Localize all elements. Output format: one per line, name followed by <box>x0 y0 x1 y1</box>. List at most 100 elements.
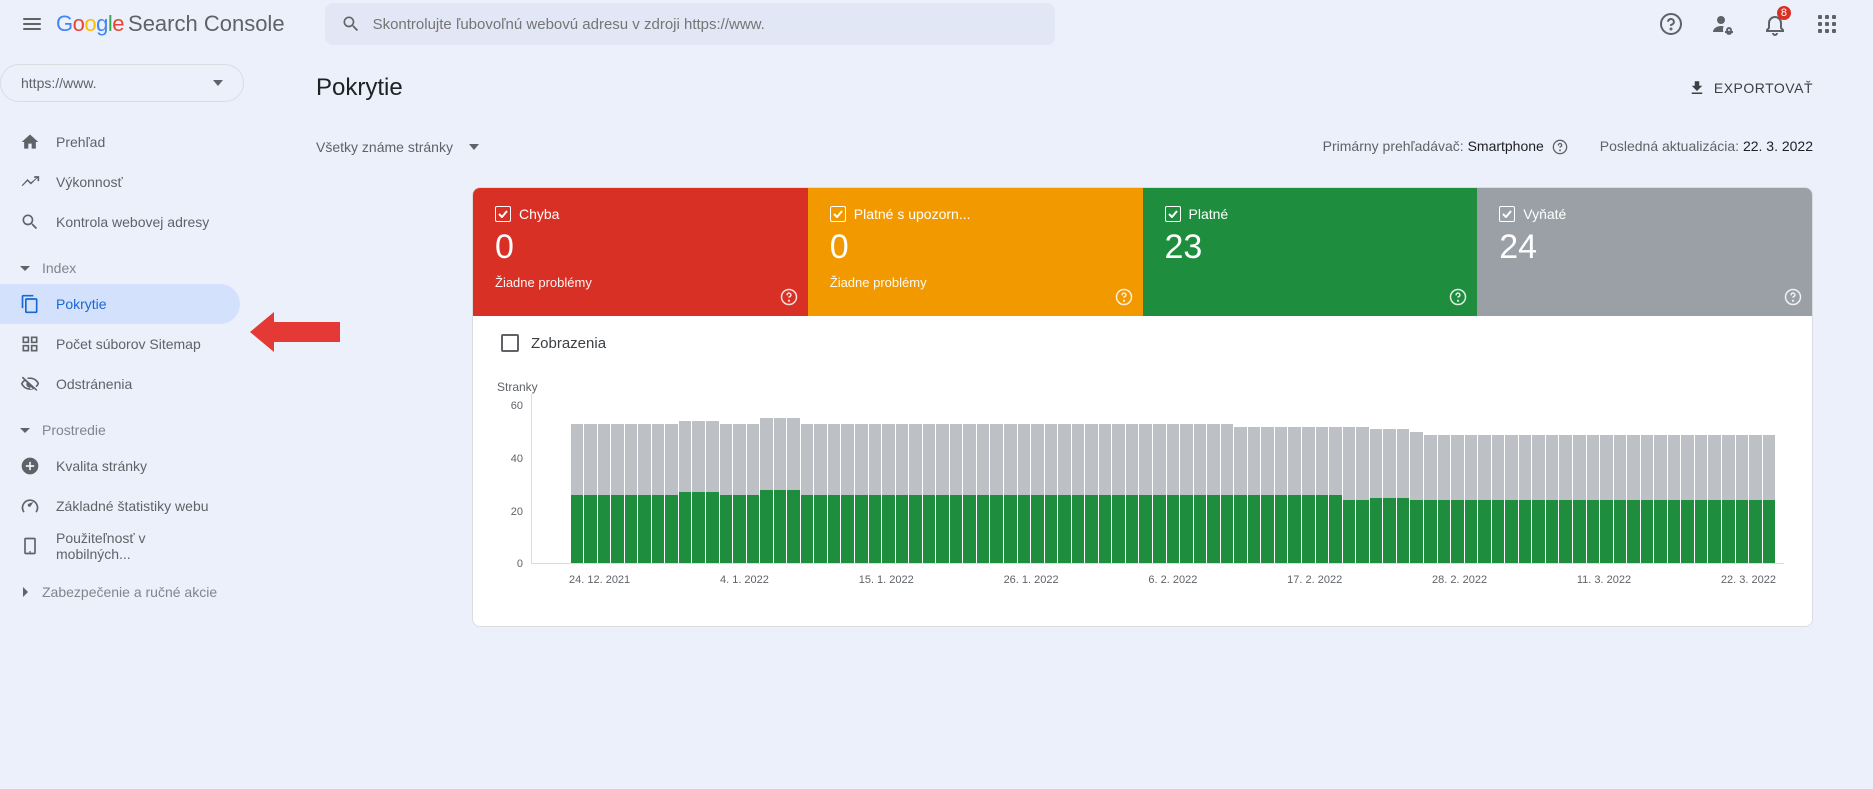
x-tick: 28. 2. 2022 <box>1432 574 1487 586</box>
help-button[interactable] <box>1649 2 1693 46</box>
chart-bar <box>1492 435 1505 563</box>
x-tick: 11. 3. 2022 <box>1577 574 1631 586</box>
section-title: Prostredie <box>42 422 106 438</box>
chart-bar <box>1112 424 1125 563</box>
sidebar-item-label: Prehľad <box>56 134 105 150</box>
sidebar-section[interactable]: Prostredie <box>0 414 256 446</box>
chart-bar <box>571 424 584 563</box>
speedo-icon <box>20 496 40 516</box>
status-tile[interactable]: Platné23 <box>1143 188 1478 316</box>
chart-bar <box>1221 424 1234 563</box>
sidebar-section[interactable]: Zabezpečenie a ručné akcie <box>0 576 256 608</box>
tile-value: 0 <box>830 228 1121 267</box>
help-icon[interactable] <box>1552 139 1568 155</box>
apps-button[interactable] <box>1805 2 1849 46</box>
export-button[interactable]: EXPORTOVAŤ <box>1688 79 1813 97</box>
chart-bar <box>814 424 827 563</box>
notifications-button[interactable]: 8 <box>1753 2 1797 46</box>
help-icon[interactable] <box>1784 288 1802 306</box>
search-input[interactable] <box>373 16 1039 33</box>
pages-filter[interactable]: Všetky známe stránky <box>316 139 479 155</box>
users-button[interactable] <box>1701 2 1745 46</box>
chart-bar <box>923 424 936 563</box>
sidebar-item-mobile[interactable]: Použiteľnosť v mobilných... <box>0 526 240 566</box>
chart-bar <box>1207 424 1220 563</box>
sitemap-icon <box>20 334 40 354</box>
chart-bar <box>1587 435 1600 563</box>
y-tick: 0 <box>517 558 523 570</box>
crawler-label: Primárny prehľadávač: <box>1323 138 1468 154</box>
sidebar-item-label: Použiteľnosť v mobilných... <box>56 530 220 562</box>
checkbox-checked-icon <box>1499 206 1515 222</box>
sidebar-item-home[interactable]: Prehľad <box>0 122 240 162</box>
chart-bar <box>1708 435 1721 563</box>
chart-bar <box>1316 427 1329 564</box>
tile-label: Platné s upozorn... <box>854 206 971 222</box>
property-selector[interactable]: https://www. <box>0 64 244 102</box>
main-content: Pokrytie EXPORTOVAŤ Všetky známe stránky… <box>256 48 1873 789</box>
url-inspect-search[interactable] <box>325 3 1055 45</box>
impressions-toggle[interactable]: Zobrazenia <box>501 334 1784 352</box>
mobile-icon <box>20 536 40 556</box>
sidebar-item-speedo[interactable]: Základné štatistiky webu <box>0 486 240 526</box>
download-icon <box>1688 79 1706 97</box>
tile-label: Platné <box>1189 206 1229 222</box>
chart-bar <box>679 421 692 563</box>
chart-bar <box>801 424 814 563</box>
sidebar-section[interactable]: Index <box>0 252 256 284</box>
sidebar-item-eyeoff[interactable]: Odstránenia <box>0 364 240 404</box>
sidebar-item-copy[interactable]: Pokrytie <box>0 284 240 324</box>
chart-bar <box>1058 424 1071 563</box>
status-tile[interactable]: Chyba0Žiadne problémy <box>473 188 808 316</box>
notification-badge: 8 <box>1777 6 1791 20</box>
chart-bar <box>652 424 665 563</box>
sidebar-item-sitemap[interactable]: Počet súborov Sitemap <box>0 324 240 364</box>
help-icon[interactable] <box>1115 288 1133 306</box>
y-axis: 6040200 <box>501 400 531 570</box>
chart-bar <box>1248 427 1261 564</box>
chart-bar <box>1356 427 1369 564</box>
chart-bar <box>1085 424 1098 563</box>
status-tile[interactable]: Platné s upozorn...0Žiadne problémy <box>808 188 1143 316</box>
sidebar-item-label: Pokrytie <box>56 296 107 312</box>
search-icon <box>20 212 40 232</box>
apps-icon <box>1818 15 1836 33</box>
chart-bar <box>1261 427 1274 564</box>
update-value: 22. 3. 2022 <box>1743 138 1813 154</box>
chart-bar <box>1559 435 1572 563</box>
y-tick: 60 <box>511 400 523 412</box>
chart-bar <box>1370 429 1383 563</box>
checkbox-checked-icon <box>830 206 846 222</box>
help-icon[interactable] <box>780 288 798 306</box>
sidebar-item-chartline[interactable]: Výkonnosť <box>0 162 240 202</box>
chart-bar <box>936 424 949 563</box>
last-update: Posledná aktualizácia: 22. 3. 2022 <box>1600 138 1813 155</box>
chart-bar <box>1343 427 1356 564</box>
sidebar-item-label: Kvalita stránky <box>56 458 147 474</box>
chart-bar <box>1031 424 1044 563</box>
chart-bar <box>1275 427 1288 564</box>
sidebar-item-pluscircle[interactable]: Kvalita stránky <box>0 446 240 486</box>
chart-bar <box>1018 424 1031 563</box>
google-logo: Google <box>56 11 124 37</box>
x-tick: 26. 1. 2022 <box>1004 574 1059 586</box>
sidebar-item-label: Základné štatistiky webu <box>56 498 209 514</box>
chart-bar <box>1438 435 1451 563</box>
x-tick: 22. 3. 2022 <box>1721 574 1776 586</box>
chart-bar <box>1600 435 1613 563</box>
help-icon <box>1659 12 1683 36</box>
chart-bar <box>1383 429 1396 563</box>
chart-bar <box>665 424 678 563</box>
chart-bar <box>1654 435 1667 563</box>
person-settings-icon <box>1711 12 1735 36</box>
chart-bar <box>869 424 882 563</box>
help-icon[interactable] <box>1449 288 1467 306</box>
page-title: Pokrytie <box>316 74 403 102</box>
status-tile[interactable]: Vyňaté24 <box>1477 188 1812 316</box>
eyeoff-icon <box>20 374 40 394</box>
chevron-down-icon <box>213 80 223 86</box>
menu-button[interactable] <box>8 0 56 48</box>
chart-bar <box>1234 427 1247 564</box>
chart-bar <box>1695 435 1708 563</box>
sidebar-item-search[interactable]: Kontrola webovej adresy <box>0 202 240 242</box>
